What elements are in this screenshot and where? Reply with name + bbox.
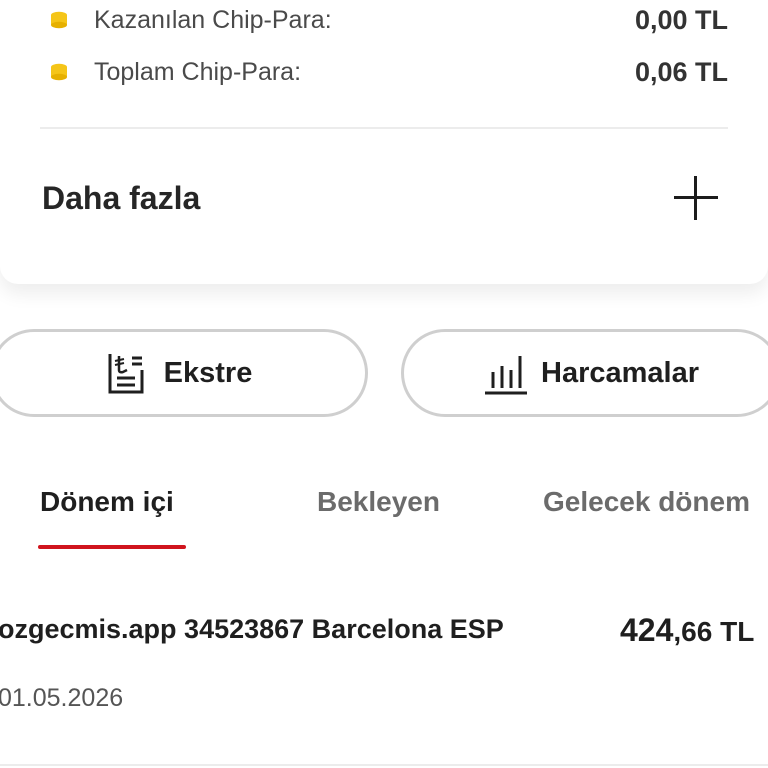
bar-chart-icon <box>483 350 527 396</box>
tab-current-period[interactable]: Dönem içi <box>40 486 174 518</box>
total-chip-value: 0,06 TL <box>634 56 728 87</box>
card-transactions-screen: Kazanılan Chip-Para: 0,00 TL Toplam Chip… <box>0 0 768 768</box>
earned-chip-value: 0,00 TL <box>634 4 728 35</box>
active-tab-indicator <box>38 545 186 549</box>
list-divider <box>0 764 768 766</box>
transaction-amount-integer: 424 <box>620 612 674 648</box>
total-chip-label: Toplam Chip-Para: <box>94 57 302 86</box>
tab-next-period[interactable]: Gelecek dönem <box>543 486 750 518</box>
summary-divider <box>40 127 728 129</box>
transaction-amount: 424,66 TL <box>620 612 754 649</box>
tab-pending[interactable]: Bekleyen <box>317 486 440 518</box>
coin-stack-icon <box>48 9 70 31</box>
statement-button[interactable]: Ekstre <box>0 329 368 417</box>
transaction-description: ozgecmis.app 34523867 Barcelona ESP <box>0 614 504 644</box>
spending-button-label: Harcamalar <box>541 356 699 389</box>
spending-button[interactable]: Harcamalar <box>401 329 768 417</box>
transaction-row[interactable]: ozgecmis.app 34523867 Barcelona ESP 424,… <box>0 612 768 732</box>
statement-icon <box>106 350 146 396</box>
earned-chip-row: Kazanılan Chip-Para: 0,00 TL <box>48 0 728 40</box>
more-details-label: Daha fazla <box>42 179 201 216</box>
earned-chip-label: Kazanılan Chip-Para: <box>94 5 332 34</box>
more-details-toggle[interactable]: Daha fazla <box>42 168 718 228</box>
statement-button-label: Ekstre <box>163 356 253 389</box>
period-tabs: Dönem içi Bekleyen Gelecek dönem <box>0 486 768 556</box>
plus-icon[interactable] <box>674 176 718 220</box>
total-chip-row: Toplam Chip-Para: 0,06 TL <box>48 52 728 92</box>
coin-stack-icon <box>48 61 70 83</box>
transaction-amount-decimal: ,66 TL <box>673 616 755 647</box>
chip-para-summary-card: Kazanılan Chip-Para: 0,00 TL Toplam Chip… <box>0 0 768 284</box>
transaction-date: 01.05.2026 <box>0 684 124 712</box>
